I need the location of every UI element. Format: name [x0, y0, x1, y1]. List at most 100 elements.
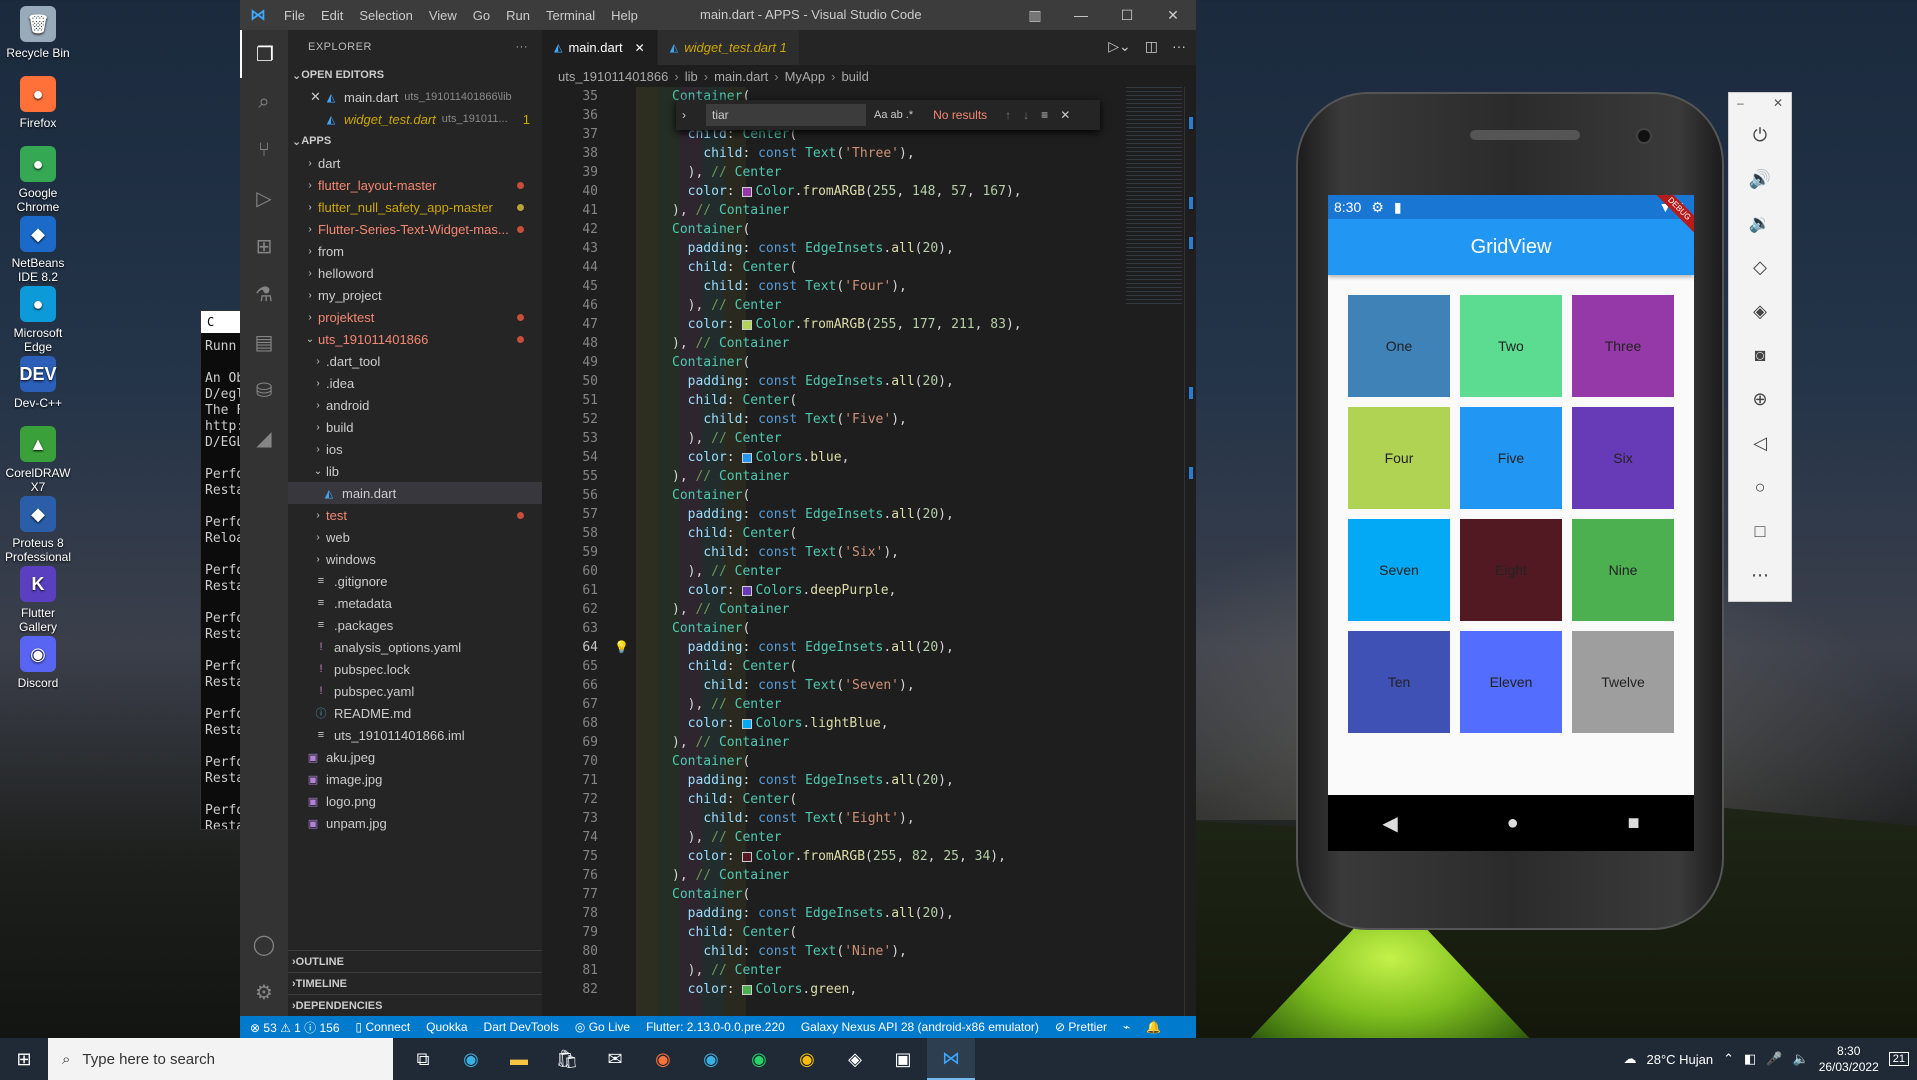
mail-icon[interactable]: ✉	[591, 1038, 639, 1080]
testing-icon[interactable]: ⚗	[240, 270, 288, 318]
tree-item[interactable]: › from	[288, 240, 542, 262]
tree-item[interactable]: › .idea	[288, 372, 542, 394]
tree-item[interactable]: › build	[288, 416, 542, 438]
database-icon[interactable]: ⛁	[240, 366, 288, 414]
tree-item[interactable]: ⌄ uts_191011401866	[288, 328, 542, 350]
desktop-icon[interactable]: K Flutter Gallery	[4, 566, 72, 634]
desktop-icon[interactable]: ◉ Discord	[4, 636, 72, 690]
tree-item[interactable]: ◭ main.dart	[288, 482, 542, 504]
status-item[interactable]: ⊗ 53 ⚠ 1 ⓘ 156	[250, 1019, 340, 1036]
api-icon[interactable]: ▤	[240, 318, 288, 366]
tree-item[interactable]: › web	[288, 526, 542, 548]
desktop-icon[interactable]: ● Google Chrome	[4, 146, 72, 214]
back-icon[interactable]: ◀	[1382, 811, 1397, 836]
weather-icon[interactable]: ☁	[1623, 1051, 1636, 1067]
breadcrumb-item[interactable]: MyApp	[785, 69, 825, 84]
tree-item[interactable]: › projektest	[288, 306, 542, 328]
tree-item[interactable]: › ios	[288, 438, 542, 460]
grid-cell[interactable]: Three	[1572, 295, 1674, 397]
tree-item[interactable]: › flutter_layout-master	[288, 174, 542, 196]
tree-item[interactable]: ! analysis_options.yaml	[288, 636, 542, 658]
start-button[interactable]: ⊞	[0, 1038, 48, 1080]
chevron-up-icon[interactable]: ⌃	[1723, 1051, 1734, 1067]
status-item[interactable]: ▯ Connect	[356, 1020, 411, 1034]
edge-dev-icon[interactable]: ◉	[687, 1038, 735, 1080]
task-view-icon[interactable]: ⧉	[399, 1038, 447, 1080]
tree-item[interactable]: › windows	[288, 548, 542, 570]
previous-match-icon[interactable]: ↑	[1005, 108, 1011, 122]
sidebar-section[interactable]: › OUTLINE	[288, 950, 542, 972]
close-icon[interactable]: ✕	[635, 41, 645, 55]
grid-cell[interactable]: Five	[1460, 407, 1562, 509]
breadcrumb-item[interactable]: lib	[685, 69, 698, 84]
file-explorer-icon[interactable]: ▬	[495, 1038, 543, 1080]
home-icon[interactable]: ○	[1729, 465, 1791, 509]
tree-item[interactable]: ▣ unpam.jpg	[288, 812, 542, 834]
menu-item[interactable]: Help	[611, 8, 638, 23]
tree-item[interactable]: ⌄ lib	[288, 460, 542, 482]
tree-item[interactable]: ≡ .metadata	[288, 592, 542, 614]
account-icon[interactable]: ◯	[240, 920, 288, 968]
menu-item[interactable]: Edit	[321, 8, 343, 23]
tree-item[interactable]: › Flutter-Series-Text-Widget-mas...	[288, 218, 542, 240]
minimap[interactable]	[1126, 87, 1182, 307]
editor-tab[interactable]: ◭ widget_test.dart 1	[657, 30, 800, 65]
sidebar-section[interactable]: › DEPENDENCIES	[288, 994, 542, 1016]
open-editor-item[interactable]: ✕ ◭ main.dart uts_191011401866\lib	[288, 86, 542, 108]
weather-text[interactable]: 28°C Hujan	[1646, 1052, 1713, 1067]
home-icon[interactable]: ●	[1507, 812, 1519, 835]
overview-icon[interactable]: □	[1729, 509, 1791, 553]
run-debug-icon[interactable]: ▷	[240, 174, 288, 222]
volume-down-icon[interactable]: 🔉	[1729, 201, 1791, 245]
lightbulb-icon[interactable]: 💡	[614, 638, 629, 657]
tree-item[interactable]: ≡ .packages	[288, 614, 542, 636]
grid-cell[interactable]: Two	[1460, 295, 1562, 397]
menu-item[interactable]: Go	[473, 8, 490, 23]
grid-cell[interactable]: Four	[1348, 407, 1450, 509]
maximize-button[interactable]: ☐	[1104, 0, 1150, 30]
apps-section[interactable]: ⌄ APPS	[288, 130, 542, 152]
tree-item[interactable]: ▣ aku.jpeg	[288, 746, 542, 768]
minimize-button[interactable]: —	[1058, 0, 1104, 30]
taskbar-search[interactable]: ⌕ Type here to search	[48, 1038, 393, 1080]
settings-gear-icon[interactable]: ⚙	[240, 968, 288, 1016]
zoom-icon[interactable]: ⊕	[1729, 377, 1791, 421]
find-in-selection-icon[interactable]: ≡	[1041, 108, 1048, 122]
broadcast-icon[interactable]: ⌁	[1123, 1020, 1130, 1034]
find-input[interactable]: tiar	[706, 104, 866, 126]
editor-tab[interactable]: ◭ main.dart ✕	[542, 30, 658, 65]
tree-item[interactable]: › .dart_tool	[288, 350, 542, 372]
grid-cell[interactable]: Eleven	[1460, 631, 1562, 733]
vscode-taskbar-icon[interactable]: ⋈	[927, 1038, 975, 1080]
rotate-left-icon[interactable]: ◇	[1729, 245, 1791, 289]
explorer-icon[interactable]: ❐	[240, 30, 288, 78]
breadcrumb-item[interactable]: main.dart	[714, 69, 768, 84]
more-icon[interactable]: ···	[1172, 38, 1186, 55]
more-actions-icon[interactable]: ···	[516, 41, 529, 53]
tree-item[interactable]: › helloword	[288, 262, 542, 284]
menu-item[interactable]: Selection	[359, 8, 412, 23]
notification-icon[interactable]: 21	[1888, 1052, 1909, 1066]
tree-item[interactable]: › android	[288, 394, 542, 416]
status-item[interactable]: Dart DevTools	[484, 1020, 559, 1034]
store-icon[interactable]: 🛍	[543, 1038, 591, 1080]
power-icon[interactable]: ⏻	[1729, 113, 1791, 157]
menu-item[interactable]: Terminal	[546, 8, 595, 23]
whatsapp-icon[interactable]: ◉	[735, 1038, 783, 1080]
overview-icon[interactable]: ■	[1627, 812, 1639, 835]
notifications-icon[interactable]: 🔔	[1146, 1020, 1161, 1034]
emulator-minimize-button[interactable]: –	[1737, 96, 1744, 110]
desktop-icon[interactable]: 🗑 Recycle Bin	[4, 6, 72, 60]
next-match-icon[interactable]: ↓	[1023, 108, 1029, 122]
grid-cell[interactable]: Seven	[1348, 519, 1450, 621]
run-icon[interactable]: ▷⌄	[1108, 38, 1131, 55]
breadcrumb-item[interactable]: uts_191011401866	[558, 69, 668, 84]
grid-cell[interactable]: Eight	[1460, 519, 1562, 621]
editor-scrollbar[interactable]	[1184, 87, 1196, 1016]
split-editor-icon[interactable]: ◫	[1145, 38, 1158, 55]
desktop-icon[interactable]: ◆ Proteus 8 Professional	[4, 496, 72, 564]
more-icon[interactable]: ⋯	[1729, 553, 1791, 597]
tree-item[interactable]: ! pubspec.lock	[288, 658, 542, 680]
search-icon[interactable]: ⌕	[240, 78, 288, 126]
source-control-icon[interactable]: ⑂	[240, 126, 288, 174]
